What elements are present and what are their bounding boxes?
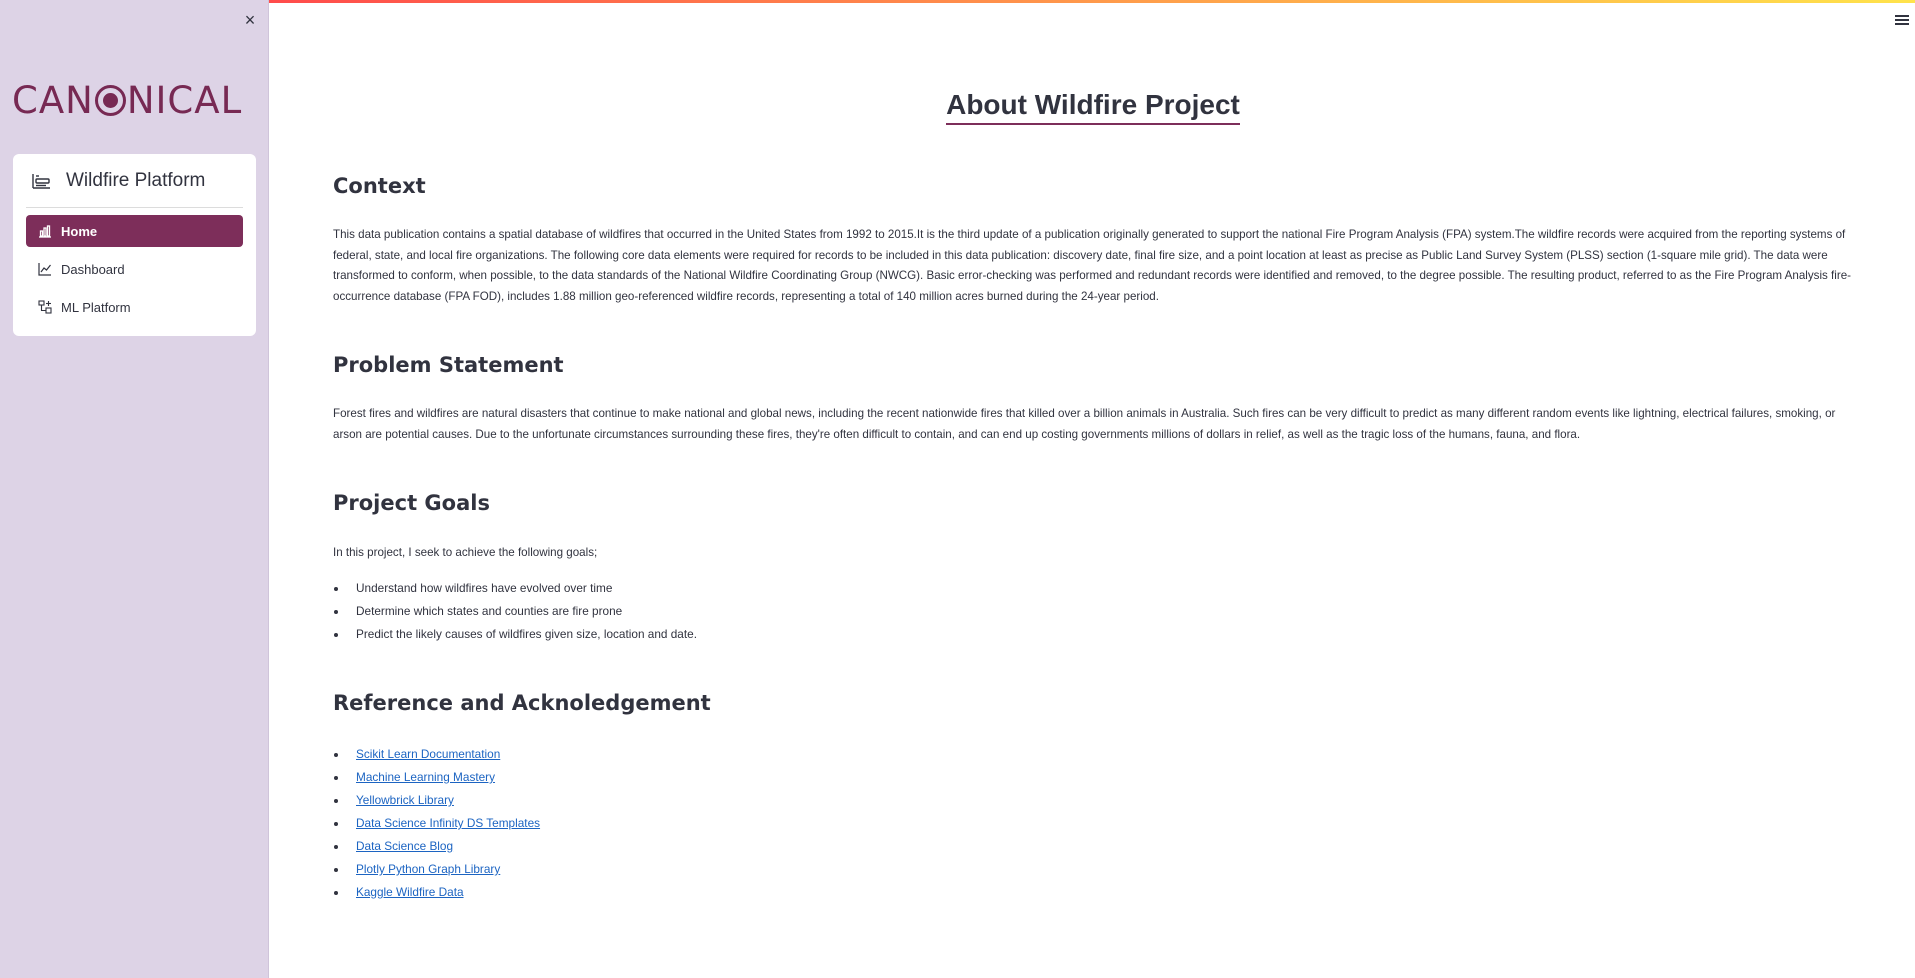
reference-item: Data Science Infinity DS Templates [333, 812, 540, 835]
context-paragraph: This data publication contains a spatial… [333, 228, 1852, 303]
problem-heading: Problem Statement [333, 353, 564, 377]
sidebar-item-dashboard[interactable]: Dashboard [26, 253, 243, 285]
page-title-text: About Wildfire Project [946, 88, 1240, 125]
reference-link-ds-infinity[interactable]: Data Science Infinity DS Templates [356, 816, 540, 830]
platform-icon [32, 173, 50, 189]
reference-link-scikit-learn[interactable]: Scikit Learn Documentation [356, 747, 500, 761]
sidebar: × CAN NICAL Wildfire Platform Home Dashb… [0, 0, 269, 978]
line-chart-icon [38, 263, 51, 276]
goal-item: Predict the likely causes of wildfires g… [333, 623, 697, 646]
reference-item: Scikit Learn Documentation [333, 743, 540, 766]
sidebar-item-ml-platform[interactable]: ML Platform [26, 291, 243, 323]
context-heading: Context [333, 174, 426, 198]
nav-menu-title: Wildfire Platform [66, 169, 206, 191]
logo-circle-icon [94, 84, 126, 116]
logo-text-start: CAN [12, 78, 94, 122]
goal-item: Understand how wildfires have evolved ov… [333, 577, 697, 600]
reference-link-kaggle[interactable]: Kaggle Wildfire Data [356, 885, 464, 899]
reference-item: Plotly Python Graph Library [333, 858, 540, 881]
network-icon [38, 300, 52, 314]
hamburger-menu-icon[interactable] [1895, 15, 1909, 27]
reference-item: Yellowbrick Library [333, 789, 540, 812]
references-list: Scikit Learn Documentation Machine Learn… [333, 743, 540, 904]
nav-menu-header: Wildfire Platform [26, 162, 243, 208]
goal-item: Determine which states and counties are … [333, 600, 697, 623]
reference-link-plotly[interactable]: Plotly Python Graph Library [356, 862, 500, 876]
reference-link-yellowbrick[interactable]: Yellowbrick Library [356, 793, 454, 807]
reference-item: Machine Learning Mastery [333, 766, 540, 789]
reference-link-ml-mastery[interactable]: Machine Learning Mastery [356, 770, 495, 784]
sidebar-item-label: Home [61, 223, 98, 239]
close-sidebar-icon[interactable]: × [240, 10, 260, 30]
page-title: About Wildfire Project [333, 88, 1853, 125]
problem-paragraph: Forest fires and wildfires are natural d… [333, 407, 1836, 441]
reference-item: Data Science Blog [333, 835, 540, 858]
bar-chart-icon [39, 225, 51, 238]
top-decoration-bar [269, 0, 1915, 3]
canonical-logo: CAN NICAL [12, 78, 256, 122]
goals-heading: Project Goals [333, 491, 490, 515]
reference-link-ds-blog[interactable]: Data Science Blog [356, 839, 453, 853]
nav-menu: Wildfire Platform Home Dashboard ML Plat… [13, 154, 256, 336]
sidebar-item-home[interactable]: Home [26, 215, 243, 247]
goals-intro: In this project, I seek to achieve the f… [333, 546, 598, 559]
logo-text-end: NICAL [126, 78, 243, 122]
references-heading: Reference and Acknoledgement [333, 691, 711, 715]
sidebar-item-label: Dashboard [61, 261, 125, 277]
reference-item: Kaggle Wildfire Data [333, 881, 540, 904]
sidebar-item-label: ML Platform [61, 299, 131, 315]
goals-list: Understand how wildfires have evolved ov… [333, 577, 697, 646]
